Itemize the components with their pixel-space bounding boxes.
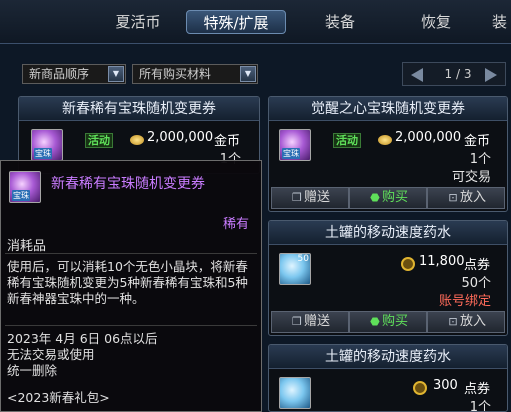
tooltip-item-type: 消耗品	[7, 239, 47, 254]
currency-label: 点券	[464, 258, 491, 273]
gift-icon: ❒	[292, 315, 302, 328]
orb-coupon-icon: 宝珠	[9, 171, 41, 203]
gift-icon: ❒	[292, 191, 302, 204]
gold-coin-icon	[378, 135, 392, 145]
event-badge: 活动	[333, 133, 361, 148]
tab-dress[interactable]: 装	[492, 10, 511, 34]
tooltip-expiry-date: 2023年 4月 6日 06点以后	[7, 331, 158, 346]
tab-equipment[interactable]: 装备	[308, 10, 372, 34]
top-nav: 夏活币 特殊/扩展 装备 恢复 装	[0, 0, 511, 44]
item-price: 2,000,000	[395, 130, 462, 145]
cart-icon: ⊡	[448, 191, 458, 204]
tooltip-expiry: 2023年 4月 6日 06点以后 无法交易或使用 统一删除	[7, 331, 259, 379]
buy-button[interactable]: ⬣ 购买	[349, 311, 427, 333]
tooltip-package: <2023新春礼包>	[7, 390, 110, 405]
prev-page-icon[interactable]	[411, 68, 423, 82]
potion-icon[interactable]	[279, 377, 311, 409]
bind-status: 账号绑定	[438, 294, 491, 309]
item-quantity: 1个	[469, 400, 491, 412]
tooltip-delete-note: 统一删除	[7, 363, 58, 378]
buy-icon: ⬣	[370, 191, 380, 204]
gift-button[interactable]: ❒ 赠送	[271, 187, 349, 209]
item-price: 300	[433, 378, 458, 393]
currency-label: 金币	[464, 134, 491, 149]
shop-item-card[interactable]: 土罐的移动速度药水 300 点券 1个	[268, 344, 508, 412]
item-badge: 宝珠	[12, 190, 30, 201]
chevron-down-icon: ▼	[240, 66, 256, 82]
item-badge: 宝珠	[34, 148, 52, 159]
orb-coupon-icon[interactable]: 宝珠	[31, 129, 63, 161]
stack-count: 50	[297, 254, 309, 264]
tooltip-rarity: 稀有	[222, 217, 249, 232]
add-to-cart-button[interactable]: ⊡ 放入	[427, 187, 505, 209]
gold-coin-icon	[130, 135, 144, 145]
item-actions: ❒ 赠送 ⬣ 购买 ⊡ 放入	[269, 187, 507, 211]
cart-icon: ⊡	[448, 315, 458, 328]
next-page-icon[interactable]	[485, 68, 497, 82]
gift-button[interactable]: ❒ 赠送	[271, 311, 349, 333]
shop-item-card[interactable]: 觉醒之心宝珠随机变更券 宝珠 活动 2,000,000 金币 1个 可交易 ❒ 赠…	[268, 96, 508, 212]
pager: 1 / 3	[402, 62, 506, 86]
item-title: 新春稀有宝珠随机变更券	[19, 97, 259, 121]
item-quantity: 1个	[469, 152, 491, 167]
page-indicator: 1 / 3	[444, 67, 472, 81]
tooltip-item-name: 新春稀有宝珠随机变更券	[51, 176, 205, 192]
item-actions: ❒ 赠送 ⬣ 购买 ⊡ 放入	[269, 311, 507, 335]
item-tooltip: 宝珠 新春稀有宝珠随机变更券 稀有 消耗品 使用后，可以消耗10个无色小晶块，将…	[0, 160, 262, 412]
material-dropdown[interactable]: 所有购买材料 ▼	[132, 64, 258, 84]
coupon-icon	[413, 381, 427, 395]
buy-button[interactable]: ⬣ 购买	[349, 187, 427, 209]
currency-label: 金币	[214, 134, 241, 149]
potion-icon[interactable]: 50	[279, 253, 311, 285]
tooltip-description: 使用后，可以消耗10个无色小晶块，将新春稀有宝珠随机变更为5种新春稀有宝珠和5种…	[7, 259, 248, 306]
item-title: 土罐的移动速度药水	[269, 345, 507, 369]
sort-dropdown-value: 新商品顺序	[29, 67, 90, 81]
tab-recovery[interactable]: 恢复	[404, 10, 468, 34]
item-title: 土罐的移动速度药水	[269, 221, 507, 245]
sort-dropdown[interactable]: 新商品顺序 ▼	[22, 64, 126, 84]
filter-row: 新商品顺序 ▼ 所有购买材料 ▼ 1 / 3	[0, 62, 511, 86]
item-price: 2,000,000	[147, 130, 214, 145]
shop-item-card[interactable]: 土罐的移动速度药水 50 11,800 点券 50个 账号绑定 ❒ 赠送 ⬣ 购买 …	[268, 220, 508, 336]
add-to-cart-button[interactable]: ⊡ 放入	[427, 311, 505, 333]
item-badge: 宝珠	[282, 148, 300, 159]
material-dropdown-value: 所有购买材料	[139, 67, 212, 81]
orb-coupon-icon[interactable]: 宝珠	[279, 129, 311, 161]
tooltip-trade-note: 无法交易或使用	[7, 347, 95, 362]
coupon-icon	[401, 257, 415, 271]
trade-status: 可交易	[451, 170, 491, 185]
currency-label: 点券	[464, 382, 491, 397]
item-title: 觉醒之心宝珠随机变更券	[269, 97, 507, 121]
divider	[5, 253, 257, 254]
event-badge: 活动	[85, 133, 113, 148]
tab-summer-coin[interactable]: 夏活币	[100, 10, 176, 34]
chevron-down-icon: ▼	[108, 66, 124, 82]
item-price: 11,800	[419, 254, 465, 269]
item-quantity: 50个	[461, 276, 491, 291]
buy-icon: ⬣	[370, 315, 380, 328]
divider	[5, 325, 257, 326]
tab-special-extension[interactable]: 特殊/扩展	[186, 10, 286, 34]
